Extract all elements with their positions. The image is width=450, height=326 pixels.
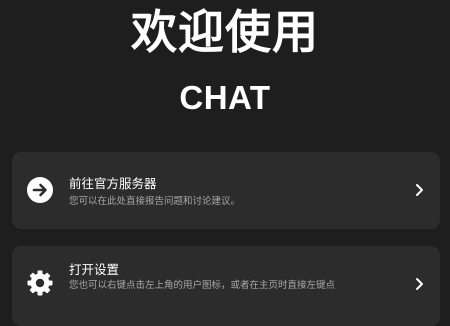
- welcome-title: 欢迎使用: [131, 5, 319, 59]
- card-description: 您可以在此处直接报告问题和讨论建议。: [69, 196, 241, 207]
- card-description: 您也可以右键点击左上角的用户图标，或者在主页时直接左键点: [69, 280, 336, 291]
- chevron-right-icon: [416, 184, 423, 196]
- open-settings-card[interactable]: 打开设置 您也可以右键点击左上角的用户图标，或者在主页时直接左键点: [12, 246, 440, 326]
- card-title: 前往官方服务器: [69, 176, 157, 191]
- app-name: CHAT: [179, 79, 271, 116]
- chevron-right-icon: [416, 278, 423, 290]
- gear-icon: [27, 270, 53, 296]
- arrow-right-circle-icon: [27, 177, 53, 203]
- official-server-card[interactable]: 前往官方服务器 您可以在此处直接报告问题和讨论建议。: [12, 152, 440, 229]
- card-title: 打开设置: [69, 262, 120, 277]
